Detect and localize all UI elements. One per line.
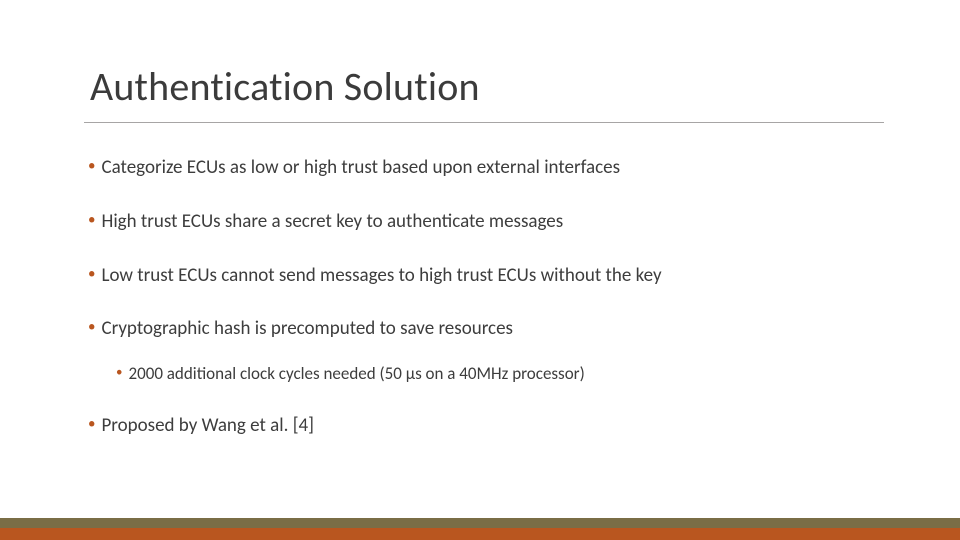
bullet-text: Proposed by Wang et al. [4] (101, 414, 314, 437)
bullet-item: • Cryptographic hash is precomputed to sa… (88, 317, 888, 341)
footer-stripe-bottom (0, 528, 960, 540)
title-underline (84, 122, 884, 123)
slide-title: Authentication Solution (90, 62, 480, 111)
bullet-icon: • (88, 318, 95, 337)
bullet-text: Cryptographic hash is precomputed to sav… (101, 317, 512, 340)
bullet-icon: • (88, 265, 95, 284)
footer-bar (0, 518, 960, 540)
sub-bullet-text: 2000 additional clock cycles needed (50 … (128, 363, 584, 384)
slide: Authentication Solution • Categorize ECUs… (0, 0, 960, 540)
bullet-text: High trust ECUs share a secret key to au… (101, 210, 563, 233)
bullet-icon: • (116, 365, 122, 381)
bullet-item: • High trust ECUs share a secret key to a… (88, 210, 888, 234)
bullet-item: • Low trust ECUs cannot send messages to … (88, 264, 888, 288)
bullet-item: • Categorize ECUs as low or high trust ba… (88, 156, 888, 180)
slide-body: • Categorize ECUs as low or high trust ba… (88, 156, 888, 438)
bullet-text: Low trust ECUs cannot send messages to h… (101, 264, 661, 287)
bullet-item: • Proposed by Wang et al. [4] (88, 414, 888, 438)
bullet-icon: • (88, 211, 95, 230)
footer-stripe-top (0, 518, 960, 528)
bullet-icon: • (88, 415, 95, 434)
sub-bullet-item: • 2000 additional clock cycles needed (50… (116, 363, 888, 384)
bullet-text: Categorize ECUs as low or high trust bas… (101, 156, 620, 179)
bullet-icon: • (88, 157, 95, 176)
